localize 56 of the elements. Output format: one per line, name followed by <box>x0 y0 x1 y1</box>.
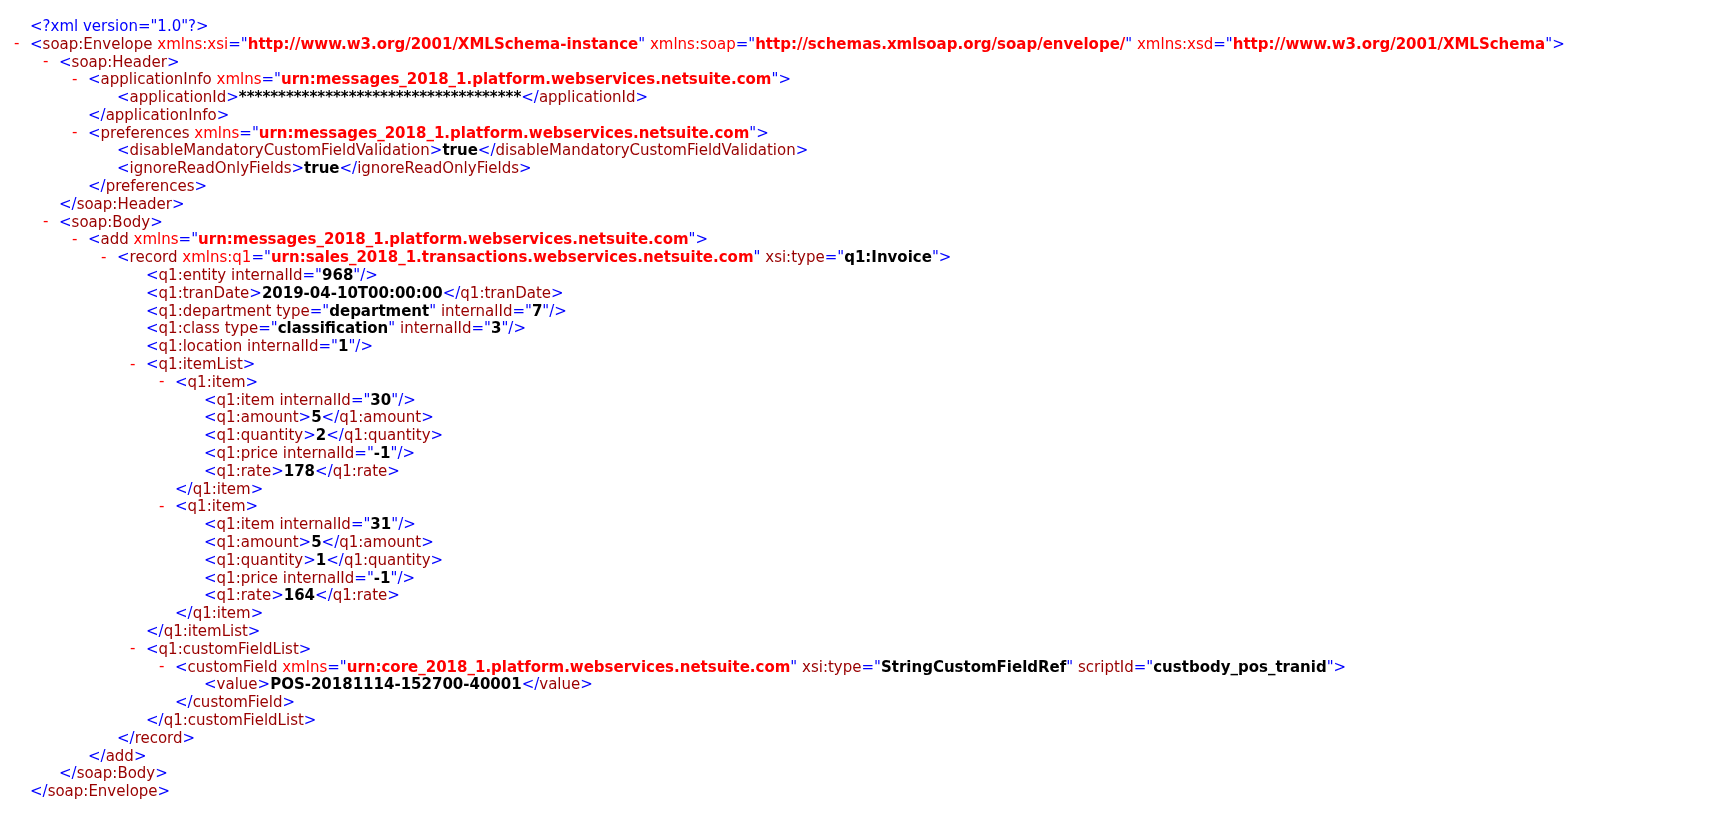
xml-line: <q1:tranDate>2019-04-10T00:00:00</q1:tranDate> <box>146 283 564 302</box>
xml-line: <q1:item internalId="30"/> <box>204 390 416 409</box>
xml-line: <customField xmlns="urn:core_2018_1.platform.webservices.netsuite.com" xsi:type="StringCustomFieldRef" scriptId="custbody_pos_tranid"> <box>175 657 1347 676</box>
xml-line: <q1:price internalId="-1"/> <box>204 568 415 587</box>
xml-line: </q1:item> <box>175 479 264 498</box>
xml-line: <q1:quantity>1</q1:quantity> <box>204 550 444 569</box>
xml-line: <q1:item> <box>175 372 259 391</box>
xml-line: <q1:item> <box>175 497 259 516</box>
xml-line: <q1:rate>164</q1:rate> <box>204 586 400 605</box>
xml-line: </soap:Header> <box>59 194 185 213</box>
xml-line: <q1:entity internalId="968"/> <box>146 266 378 285</box>
collapse-toggle[interactable]: - <box>101 249 107 265</box>
xml-line: <applicationId>************************************</applicationId> <box>117 88 649 107</box>
collapse-toggle[interactable]: - <box>43 54 49 69</box>
xml-line: <q1:rate>178</q1:rate> <box>204 461 400 480</box>
xml-line: <preferences xmlns="urn:messages_2018_1.platform.webservices.netsuite.com"> <box>88 123 769 142</box>
xml-line: <soap:Body> <box>59 212 163 231</box>
collapse-toggle[interactable]: - <box>72 71 78 87</box>
collapse-toggle[interactable]: - <box>72 231 78 247</box>
xml-line: <soap:Envelope xmlns:xsi="http://www.w3.org/2001/XMLSchema-instance" xmlns:soap="http://schemas.xmlsoap.org/soap/envelope/" xmlns:xsd="http://www.w3.org/2001/XMLSchema"> <box>30 34 1565 53</box>
xml-line: <q1:price internalId="-1"/> <box>204 444 415 463</box>
collapse-toggle[interactable]: - <box>159 659 165 675</box>
xml-line: <ignoreReadOnlyFields>true</ignoreReadOnlyFields> <box>117 159 532 178</box>
xml-line: </soap:Envelope> <box>30 782 171 801</box>
xml-line: <q1:amount>5</q1:amount> <box>204 408 434 427</box>
xml-line: <value>POS-20181114-152700-40001</value> <box>204 675 593 694</box>
xml-line: <q1:quantity>2</q1:quantity> <box>204 426 444 445</box>
xml-line: <q1:location internalId="1"/> <box>146 337 373 356</box>
xml-line: <q1:item internalId="31"/> <box>204 515 416 534</box>
xml-line: <disableMandatoryCustomFieldValidation>true</disableMandatoryCustomFieldValidation> <box>117 141 809 160</box>
collapse-toggle[interactable]: - <box>159 498 165 514</box>
xml-line: </soap:Body> <box>59 764 168 783</box>
collapse-toggle[interactable]: - <box>130 641 136 657</box>
collapse-toggle[interactable]: - <box>43 214 49 230</box>
xml-line: </preferences> <box>88 177 208 196</box>
xml-line: <q1:department type="department" internalId="7"/> <box>146 301 567 320</box>
xml-line: </q1:item> <box>175 604 264 623</box>
xml-line: <q1:class type="classification" internalId="3"/> <box>146 319 526 338</box>
collapse-toggle[interactable]: - <box>130 356 136 372</box>
xml-line: <record xmlns:q1="urn:sales_2018_1.transactions.webservices.netsuite.com" xsi:type="q1:Invoice"> <box>117 248 952 267</box>
xml-line: </q1:itemList> <box>146 622 261 640</box>
xml-line: <applicationInfo xmlns="urn:messages_2018_1.platform.webservices.netsuite.com"> <box>88 70 791 89</box>
xml-line: </applicationInfo> <box>88 105 230 124</box>
collapse-toggle[interactable]: - <box>159 374 165 390</box>
xml-declaration: <?xml version="1.0"?> <box>30 16 209 35</box>
xml-line: </add> <box>88 746 147 765</box>
collapse-toggle[interactable]: - <box>14 36 20 52</box>
collapse-toggle[interactable]: - <box>72 125 78 141</box>
xml-line: <q1:amount>5</q1:amount> <box>204 533 434 551</box>
xml-line: <add xmlns="urn:messages_2018_1.platform.webservices.netsuite.com"> <box>88 230 709 249</box>
xml-line: <q1:itemList> <box>146 355 256 374</box>
xml-line: </q1:customFieldList> <box>146 711 317 729</box>
xml-line: <soap:Header> <box>59 52 180 71</box>
xml-line: </customField> <box>175 693 296 712</box>
xml-line: </record> <box>117 728 196 747</box>
xml-line: <q1:customFieldList> <box>146 639 312 658</box>
